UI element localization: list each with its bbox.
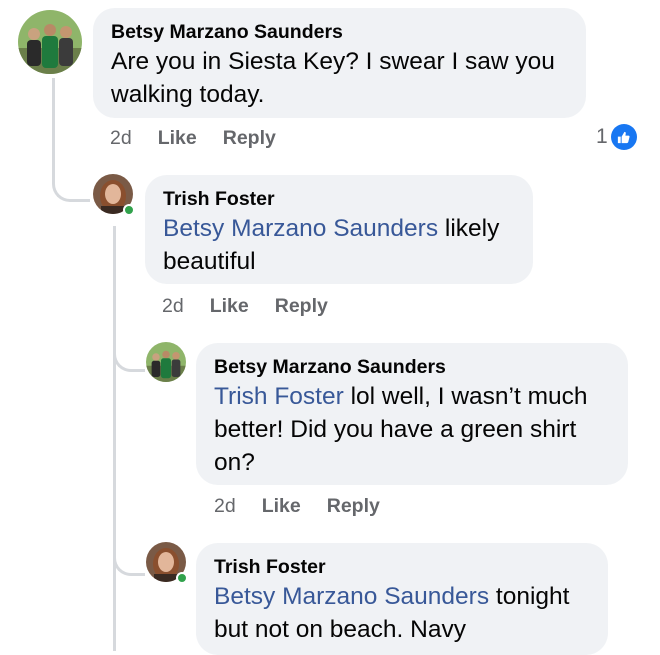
comment-actions: 2d Like Reply bbox=[110, 127, 302, 150]
thread-line-main bbox=[52, 78, 55, 178]
reaction-count: 1 bbox=[596, 125, 608, 148]
comment-text: Betsy Marzano Saunders tonight but not o… bbox=[214, 580, 590, 646]
comment-author[interactable]: Trish Foster bbox=[163, 187, 515, 212]
comment-bubble: Trish Foster Betsy Marzano Saunders like… bbox=[145, 175, 533, 284]
like-button[interactable]: Like bbox=[262, 495, 301, 518]
comment-bubble: Betsy Marzano Saunders Trish Foster lol … bbox=[196, 343, 628, 485]
thread-elbow-2 bbox=[113, 344, 145, 372]
thumbs-up-icon bbox=[610, 124, 637, 150]
reply-button[interactable]: Reply bbox=[275, 295, 328, 318]
comment-timestamp[interactable]: 2d bbox=[214, 495, 236, 518]
comment-timestamp[interactable]: 2d bbox=[162, 295, 184, 318]
comment-text: Are you in Siesta Key? I swear I saw you… bbox=[111, 48, 555, 108]
reaction-summary[interactable]: 1 bbox=[596, 124, 637, 150]
comment-actions: 2d Like Reply bbox=[162, 295, 354, 318]
comment-timestamp[interactable]: 2d bbox=[110, 127, 132, 150]
group-photo-icon bbox=[146, 342, 186, 382]
mention-link[interactable]: Betsy Marzano Saunders bbox=[214, 583, 489, 610]
mention-link[interactable]: Trish Foster bbox=[214, 383, 344, 410]
reply-button[interactable]: Reply bbox=[223, 127, 276, 150]
comment-text: Betsy Marzano Saunders likely beautiful bbox=[163, 212, 515, 278]
thread-line-reply bbox=[113, 226, 116, 651]
comment-author[interactable]: Betsy Marzano Saunders bbox=[111, 20, 568, 45]
like-button[interactable]: Like bbox=[158, 127, 197, 150]
reply-button[interactable]: Reply bbox=[327, 495, 380, 518]
comment-author[interactable]: Trish Foster bbox=[214, 555, 590, 580]
comment-text: Trish Foster lol well, I wasn’t much bet… bbox=[214, 380, 610, 479]
online-status-dot bbox=[176, 572, 188, 584]
comment-actions: 2d Like Reply bbox=[214, 495, 406, 518]
online-status-dot bbox=[123, 204, 135, 216]
thread-elbow-3 bbox=[113, 548, 145, 576]
comment-bubble: Trish Foster Betsy Marzano Saunders toni… bbox=[196, 543, 608, 655]
comment-bubble: Betsy Marzano Saunders Are you in Siesta… bbox=[93, 8, 586, 118]
thread-elbow-1 bbox=[52, 172, 90, 202]
comment-author[interactable]: Betsy Marzano Saunders bbox=[214, 355, 610, 380]
like-button[interactable]: Like bbox=[210, 295, 249, 318]
avatar-group-photo[interactable] bbox=[146, 342, 186, 382]
group-photo-icon bbox=[18, 10, 82, 74]
mention-link[interactable]: Betsy Marzano Saunders bbox=[163, 215, 438, 242]
avatar-group-photo[interactable] bbox=[18, 10, 82, 74]
